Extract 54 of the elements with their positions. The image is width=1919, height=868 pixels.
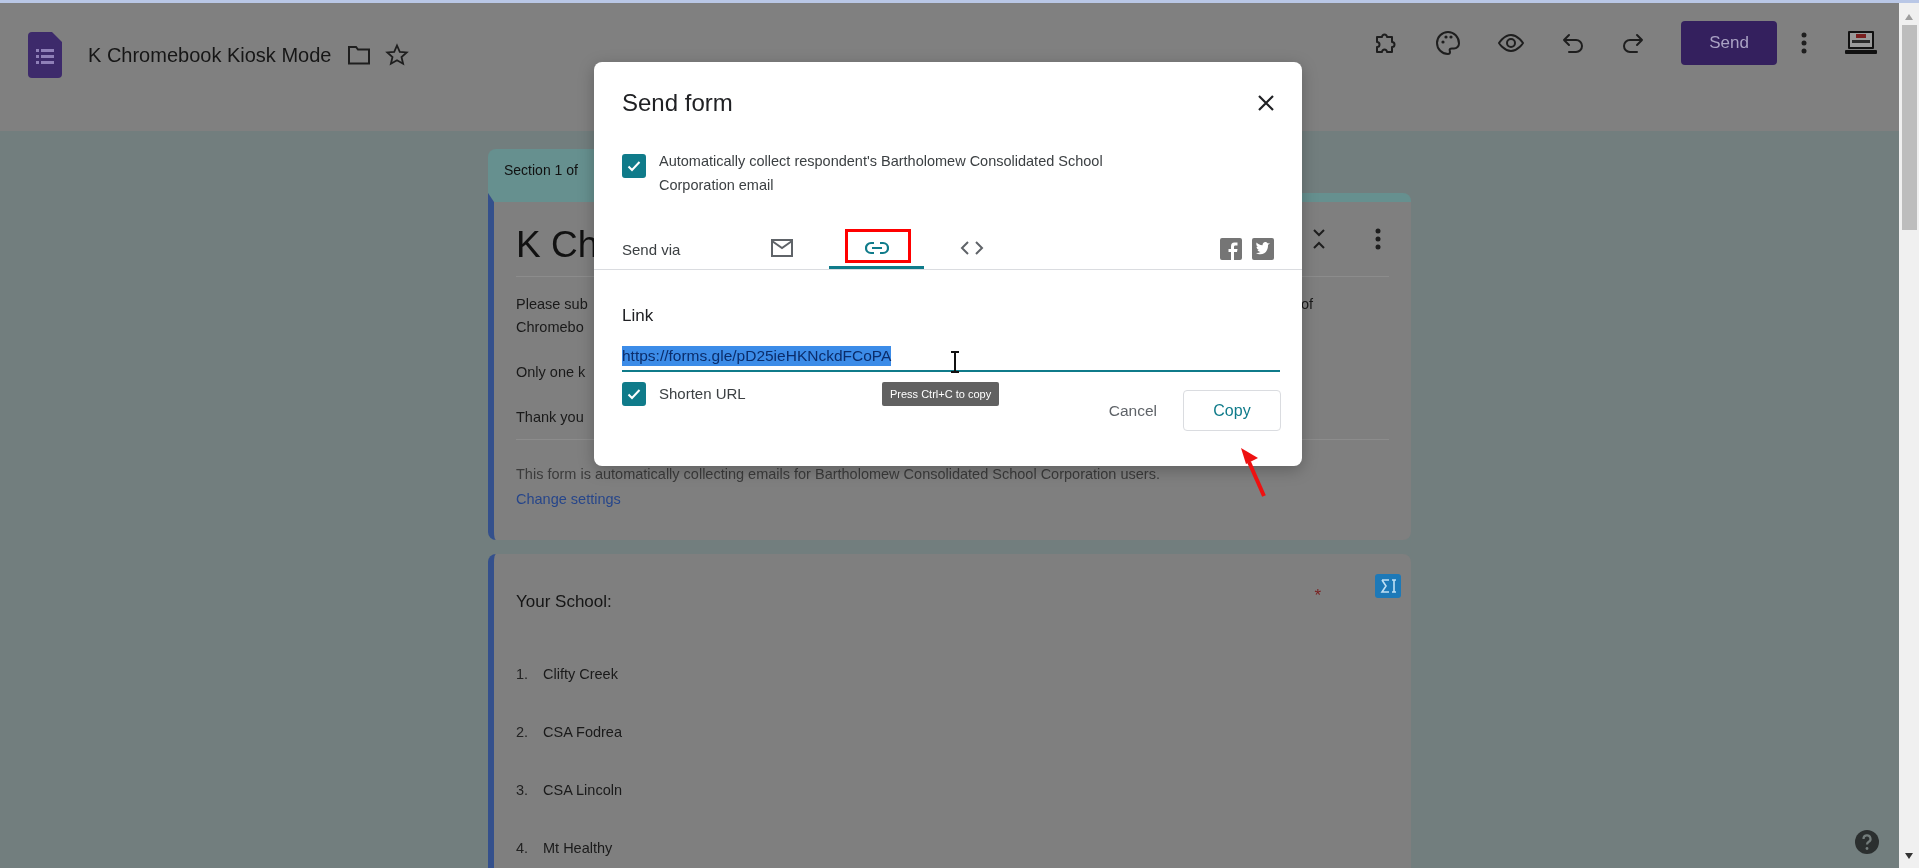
list-number: 1. — [516, 665, 530, 684]
list-number: 4. — [516, 839, 530, 858]
checkbox-label: Shorten URL — [659, 384, 746, 402]
question-title: Your School: — [516, 592, 612, 612]
description-text: Chromebo — [516, 318, 584, 337]
close-icon[interactable] — [1256, 93, 1276, 113]
text-cursor-icon — [950, 351, 960, 373]
checkbox[interactable] — [622, 154, 646, 178]
send-via-label: Send via — [622, 240, 682, 258]
school-option: Clifty Creek — [543, 664, 618, 685]
star-icon[interactable] — [385, 43, 410, 67]
checkbox[interactable] — [622, 382, 646, 406]
scroll-down-icon[interactable] — [1904, 852, 1914, 860]
list-number: 3. — [516, 781, 530, 800]
collapse-icon[interactable] — [1311, 228, 1327, 250]
redo-icon[interactable] — [1621, 32, 1645, 54]
palette-icon[interactable] — [1435, 30, 1461, 56]
forms-icon — [28, 32, 62, 78]
school-option: Mt Healthy — [543, 838, 613, 859]
help-icon[interactable] — [1855, 830, 1879, 854]
scrollbar-thumb[interactable] — [1901, 25, 1917, 230]
laptop-icon[interactable] — [1845, 30, 1877, 56]
eye-icon[interactable] — [1497, 33, 1525, 53]
undo-icon[interactable] — [1561, 32, 1585, 54]
school-option: CSA Lincoln — [543, 780, 622, 801]
folder-icon[interactable] — [347, 44, 372, 66]
tooltip: Press Ctrl+C to copy — [882, 382, 1000, 406]
link-heading: Link — [621, 305, 655, 326]
description-text: of — [1301, 295, 1314, 314]
twitter-icon[interactable] — [1252, 238, 1274, 260]
link-icon — [864, 240, 889, 255]
code-icon — [959, 239, 984, 256]
description-text: Please sub — [516, 295, 588, 314]
scroll-up-icon[interactable] — [1904, 13, 1914, 21]
description-text: Thank you — [516, 408, 584, 427]
sigma-icon[interactable] — [1375, 574, 1401, 598]
facebook-icon[interactable] — [1220, 238, 1242, 260]
highlight-box — [845, 229, 911, 263]
dialog-title: Send form — [622, 89, 733, 117]
notice-text: This form is automatically collecting emails for Bartholomew Consolidated School Corporation users. — [516, 466, 1160, 482]
cancel-button[interactable]: Cancel — [1100, 391, 1165, 430]
send-via-tab[interactable] — [829, 229, 924, 269]
link-field[interactable]: https://forms.gle/pD25ieHKNckdFCoPA — [622, 344, 1280, 372]
required-mark: * — [1314, 586, 1321, 606]
description-text: Only one k — [516, 363, 586, 382]
copy-button[interactable]: Copy — [1183, 390, 1281, 431]
envelope-icon — [770, 238, 793, 257]
document-title[interactable]: K Chromebook Kiosk Mode — [88, 43, 332, 67]
send-button[interactable]: Send — [1681, 21, 1777, 65]
more-options-icon[interactable] — [1801, 32, 1807, 54]
list-number: 2. — [516, 723, 530, 742]
school-option: CSA Fodrea — [543, 722, 622, 743]
arrow-icon — [1238, 446, 1268, 498]
more-options-icon[interactable] — [1375, 228, 1381, 250]
